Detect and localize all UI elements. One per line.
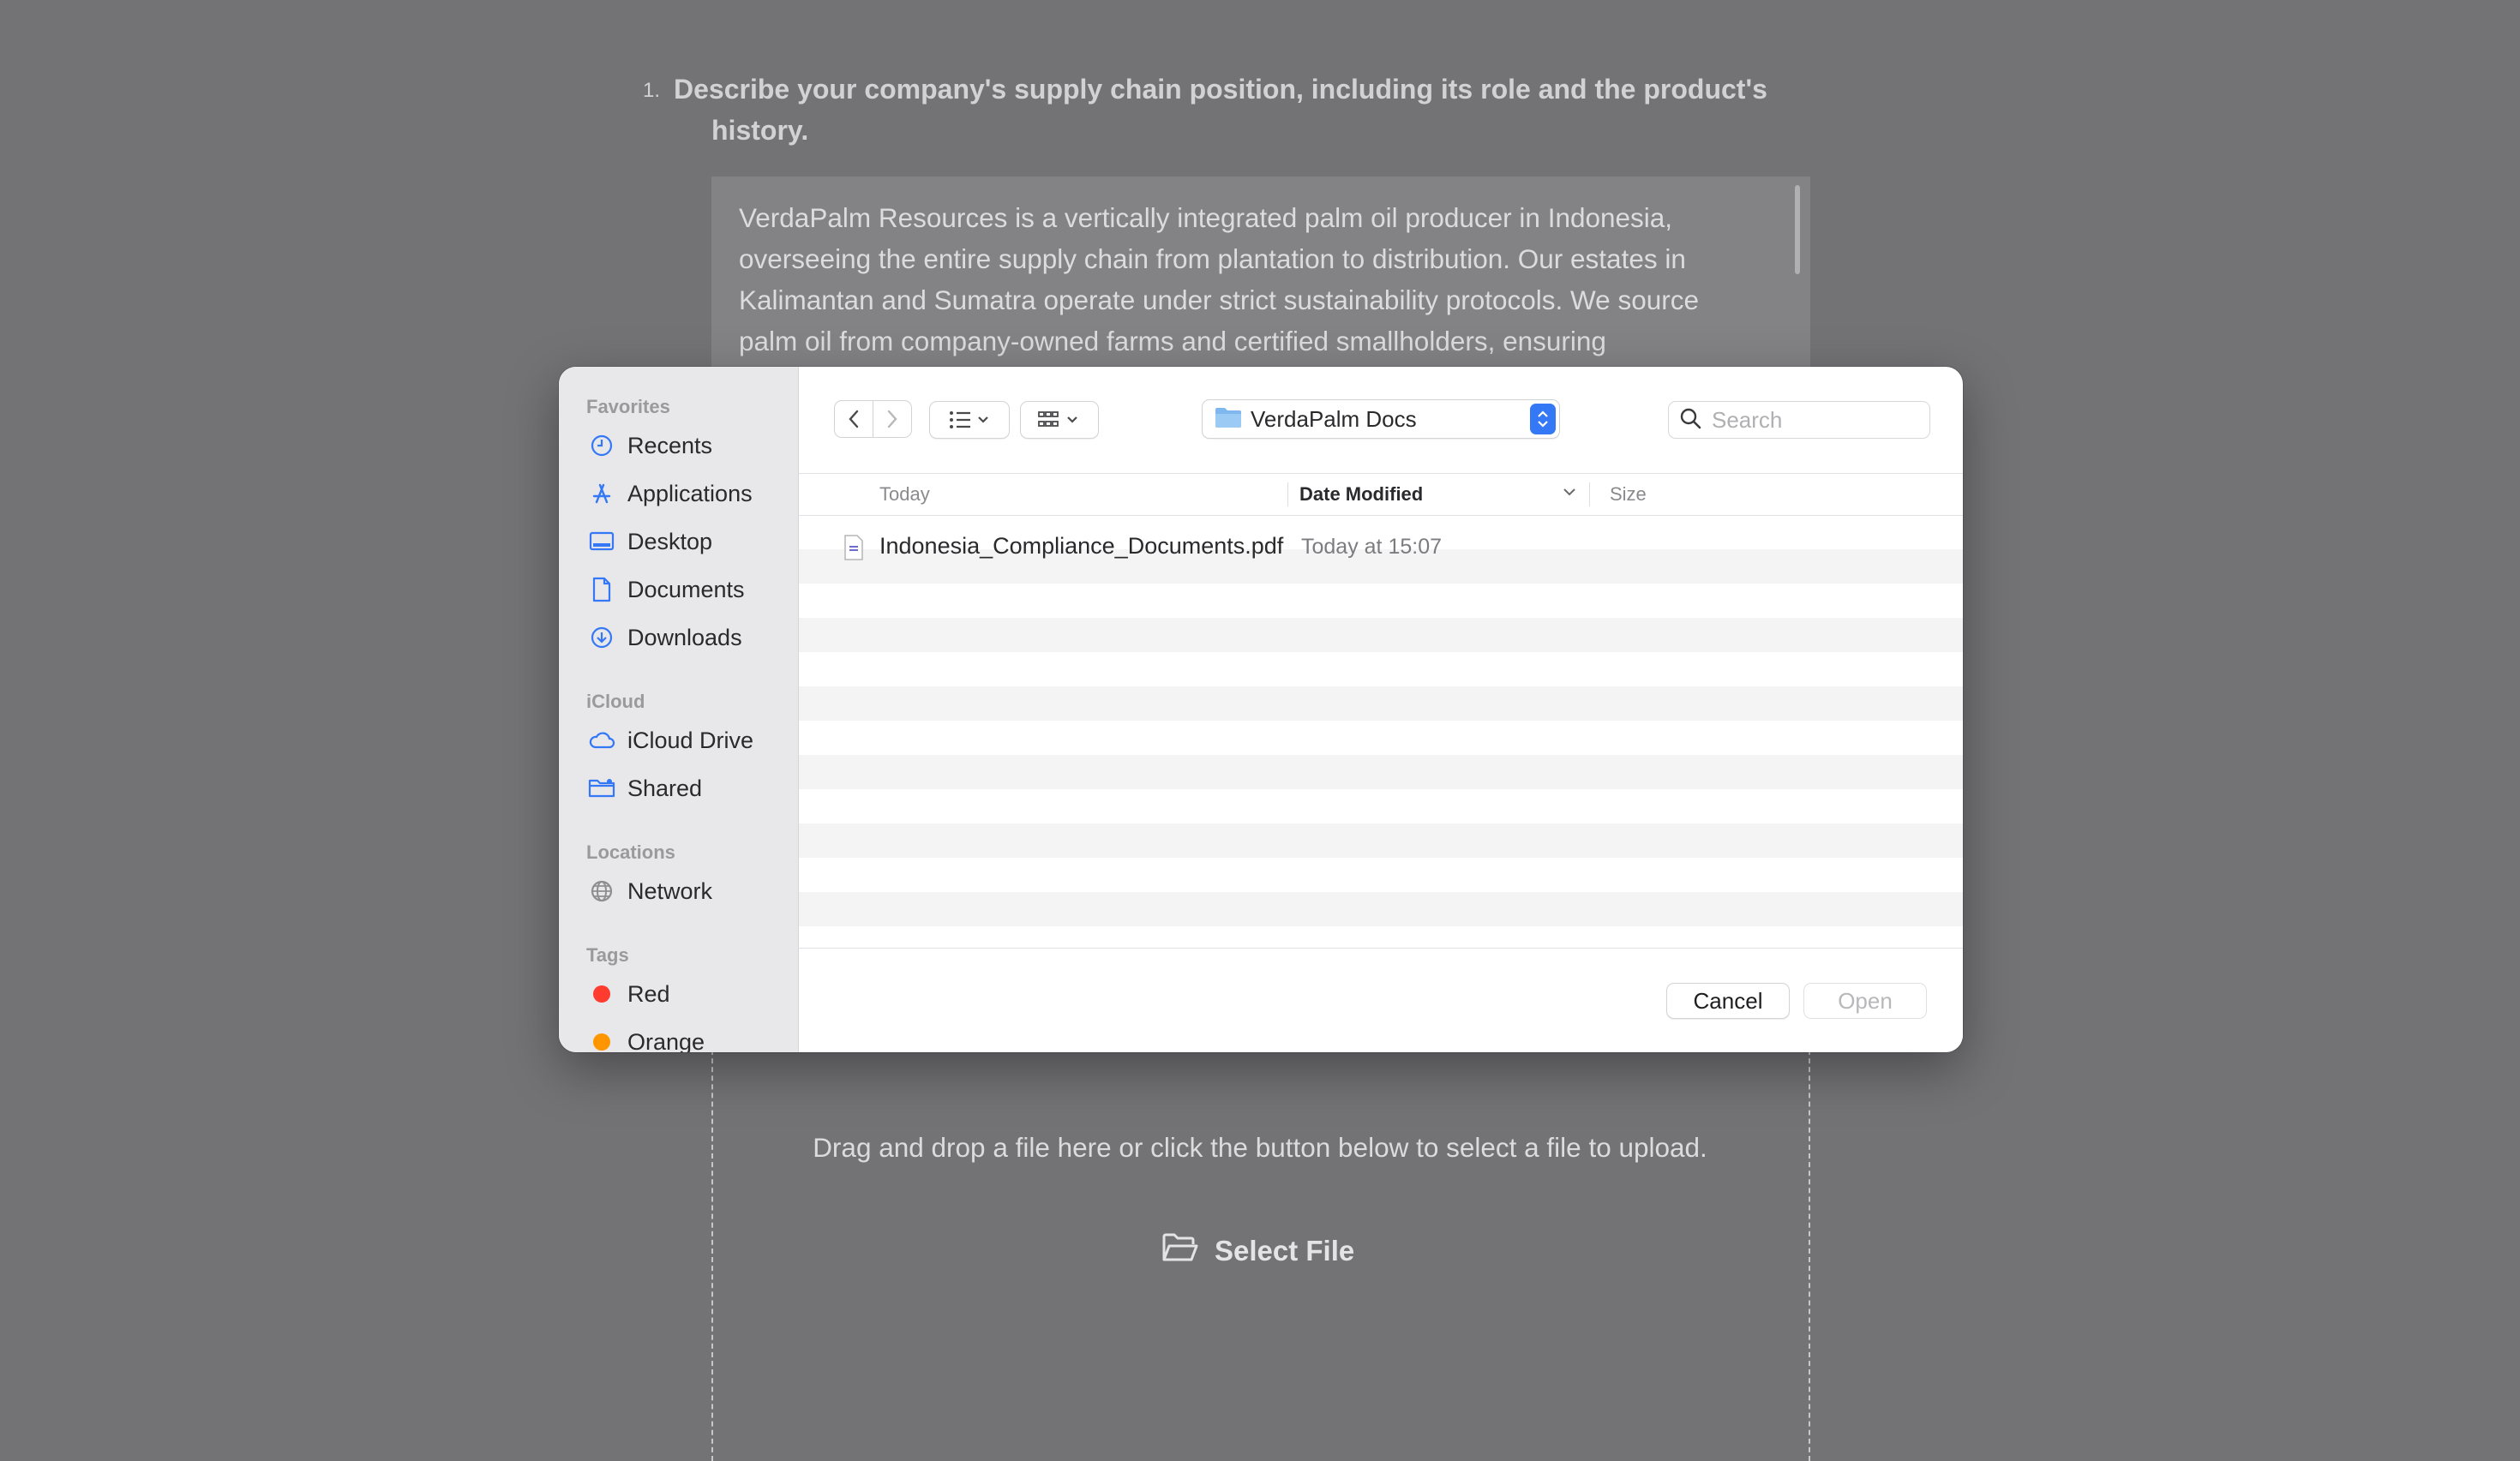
nav-buttons	[833, 400, 912, 438]
select-file-label: Select File	[1215, 1235, 1355, 1266]
dialog-main: VerdaPalm Docs Today Date Modified Size	[799, 367, 1963, 1052]
answer-scrollbar[interactable]	[1795, 185, 1800, 274]
empty-row	[799, 755, 1963, 789]
globe-icon	[588, 877, 615, 905]
search-input[interactable]	[1710, 405, 1919, 434]
file-row[interactable]: Indonesia_Compliance_Documents.pdf Today…	[799, 524, 1963, 569]
empty-row	[799, 823, 1963, 858]
sidebar-item-label: Shared	[627, 775, 703, 801]
sidebar-item-label: Applications	[627, 480, 753, 506]
favorites-heading: Favorites	[586, 396, 670, 417]
answer-textarea[interactable]: VerdaPalm Resources is a vertically inte…	[711, 177, 1810, 382]
dropzone-instructions: Drag and drop a file here or click the b…	[813, 1132, 1707, 1163]
answer-line: VerdaPalm Resources is a vertically inte…	[739, 202, 1673, 233]
chevron-left-icon	[848, 410, 858, 428]
answer-text: VerdaPalm Resources is a vertically inte…	[739, 197, 1750, 362]
column-date-modified[interactable]: Date Modified	[1299, 483, 1423, 506]
answer-line: palm oil from company-owned farms and ce…	[739, 326, 1606, 356]
sidebar-item-desktop[interactable]: Desktop	[588, 523, 712, 560]
pdf-file-icon	[843, 535, 864, 565]
question-text-line1: Describe your company's supply chain pos…	[674, 74, 1767, 105]
sidebar-item-label: Recents	[627, 432, 713, 458]
question-text: Describe your company's supply chain pos…	[674, 69, 1788, 151]
desktop-icon	[588, 528, 615, 555]
sidebar-item-label: Red	[627, 980, 670, 1007]
sidebar-item-label: Documents	[627, 576, 745, 602]
red-tag-icon	[593, 985, 610, 1003]
sidebar-item-applications[interactable]: Applications	[588, 475, 753, 512]
group-by-button[interactable]	[1020, 401, 1099, 439]
dialog-footer: Cancel Open	[799, 948, 1963, 1052]
answer-line: overseeing the entire supply chain from …	[739, 243, 1686, 274]
sidebar-item-network[interactable]: Network	[588, 872, 712, 910]
question-number: 1.	[643, 79, 661, 102]
forward-button[interactable]	[873, 400, 912, 438]
empty-row	[799, 892, 1963, 926]
icloud-heading: iCloud	[586, 691, 645, 712]
sidebar-item-icloud-drive[interactable]: iCloud Drive	[588, 722, 753, 759]
sort-chevron-icon	[1562, 486, 1577, 502]
chevron-right-icon	[887, 410, 897, 428]
sidebar-item-label: Orange	[627, 1028, 705, 1053]
dialog-sidebar: Favorites Recents Applications Desktop D…	[559, 367, 799, 1052]
column-separator[interactable]	[1589, 482, 1590, 506]
select-file-button[interactable]: Select File	[1161, 1230, 1354, 1272]
back-button[interactable]	[833, 400, 873, 438]
sidebar-item-recents[interactable]: Recents	[588, 427, 712, 464]
file-date-modified: Today at 15:07	[1301, 535, 1443, 559]
tags-heading: Tags	[586, 944, 629, 966]
list-view-icon	[950, 411, 988, 428]
sidebar-item-documents[interactable]: Documents	[588, 571, 745, 608]
folder-open-icon	[1161, 1231, 1199, 1271]
grid-view-icon	[1038, 411, 1077, 427]
shared-folder-icon	[588, 775, 615, 802]
column-header: Today Date Modified Size	[799, 473, 1963, 516]
locations-heading: Locations	[586, 841, 675, 863]
popup-stepper-icon	[1530, 404, 1556, 434]
sidebar-item-label: iCloud Drive	[627, 727, 754, 753]
folder-location-popup[interactable]: VerdaPalm Docs	[1202, 399, 1560, 439]
open-file-dialog: Favorites Recents Applications Desktop D…	[559, 367, 1963, 1052]
file-name: Indonesia_Compliance_Documents.pdf	[879, 533, 1284, 559]
sidebar-item-downloads[interactable]: Downloads	[588, 619, 742, 656]
applications-icon	[588, 480, 615, 507]
document-icon	[588, 576, 615, 603]
empty-row	[799, 686, 1963, 721]
cancel-button[interactable]: Cancel	[1666, 983, 1790, 1019]
clock-icon	[588, 432, 615, 459]
search-icon	[1679, 407, 1701, 434]
folder-icon	[1215, 406, 1242, 433]
answer-line: Kalimantan and Sumatra operate under str…	[739, 284, 1699, 315]
orange-tag-icon	[593, 1033, 610, 1051]
open-button[interactable]: Open	[1803, 983, 1927, 1019]
empty-row	[799, 618, 1963, 652]
download-icon	[588, 624, 615, 651]
cloud-icon	[588, 727, 615, 754]
list-view-button[interactable]	[929, 401, 1010, 439]
column-separator[interactable]	[1287, 482, 1288, 506]
sidebar-item-label: Network	[627, 877, 713, 904]
sidebar-item-label: Downloads	[627, 624, 742, 650]
sidebar-item-tag-red[interactable]: Red	[588, 975, 670, 1013]
folder-name: VerdaPalm Docs	[1251, 405, 1417, 432]
search-field[interactable]	[1668, 401, 1930, 439]
column-size[interactable]: Size	[1610, 483, 1647, 506]
sidebar-item-label: Desktop	[627, 528, 713, 554]
sidebar-item-tag-orange[interactable]: Orange	[588, 1023, 705, 1052]
sidebar-item-shared[interactable]: Shared	[588, 769, 702, 807]
question-text-line2: history.	[711, 115, 809, 146]
group-header-today: Today	[879, 483, 930, 505]
